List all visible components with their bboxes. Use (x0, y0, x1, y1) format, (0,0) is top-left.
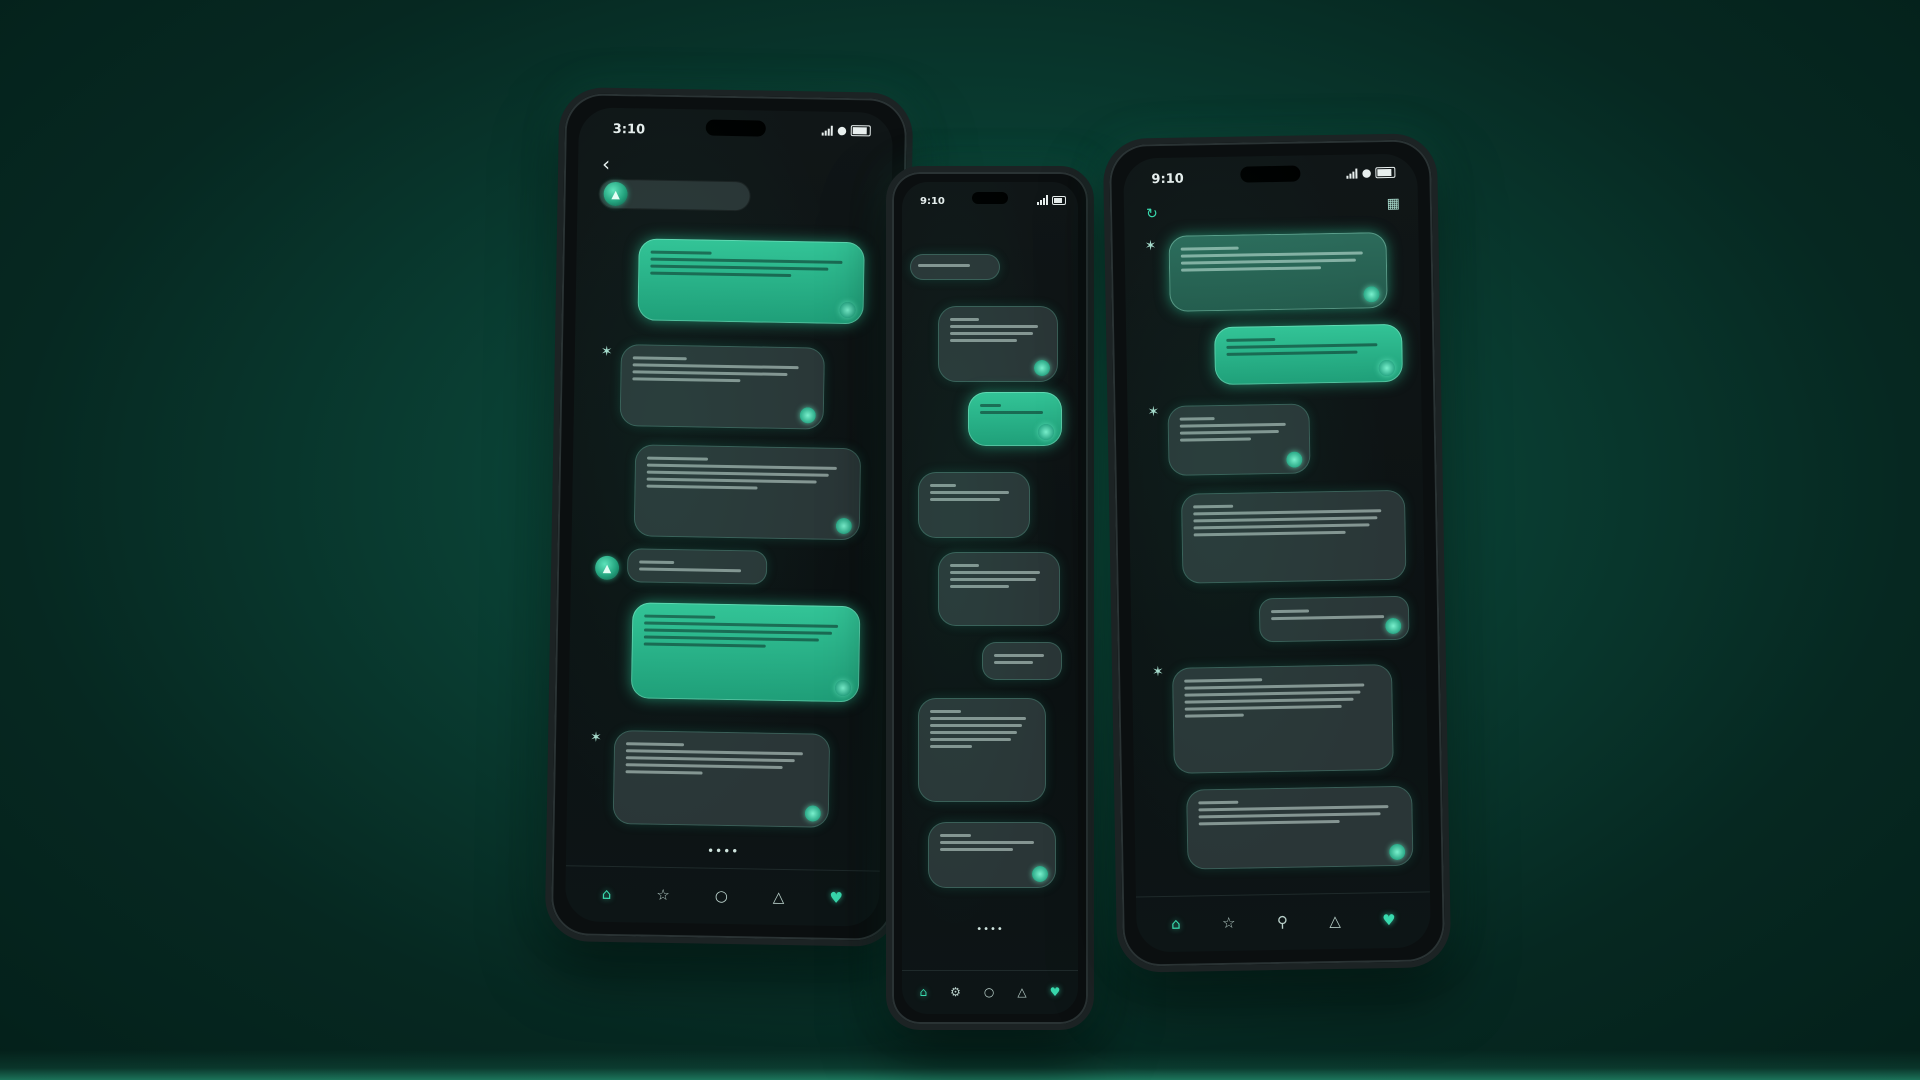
wifi-icon: ● (1361, 165, 1372, 179)
message-bubble-incoming[interactable] (928, 822, 1056, 888)
battery-icon (1375, 166, 1396, 179)
heart-icon[interactable]: ♥ (829, 889, 843, 907)
back-arrow-icon[interactable]: ‹ (602, 152, 610, 176)
message-bubble-outgoing[interactable] (968, 392, 1062, 446)
heart-icon[interactable]: ♥ (1050, 985, 1061, 1000)
bottom-navbar: ⌂ ☆ ○ △ ♥ (564, 865, 880, 927)
reaction-badge (1389, 843, 1406, 861)
status-bar: 9:10 (902, 182, 1078, 222)
battery-icon (1052, 195, 1066, 205)
message-bubble-incoming[interactable] (938, 306, 1058, 382)
star-icon[interactable]: ☆ (656, 886, 670, 904)
floor-glow (0, 1050, 1920, 1080)
reaction-badge (799, 407, 816, 424)
heart-icon[interactable]: ♥ (1382, 911, 1396, 929)
bottom-navbar: ⌂ ☆ ⚲ △ ♥ (1135, 891, 1431, 953)
message-bubble-incoming[interactable] (612, 730, 831, 828)
reaction-badge (1032, 866, 1048, 882)
message-bubble-incoming[interactable] (1171, 664, 1394, 774)
phone-left-screen: 3:10 ● ‹ ▲ ✶ ▲ ✶ •••• ⌂ ☆ ○ △ ♥ (564, 107, 894, 927)
reaction-badge (834, 679, 852, 697)
scene-background: 3:10 ● ‹ ▲ ✶ ▲ ✶ •••• ⌂ ☆ ○ △ ♥ 9:10 •••… (0, 0, 1920, 1080)
reaction-badge (804, 805, 821, 822)
signal-icon (1037, 195, 1048, 205)
status-time: 3:10 (612, 121, 646, 138)
status-time: 9:10 (1151, 171, 1184, 188)
message-bubble-incoming[interactable] (918, 472, 1030, 538)
reaction-badge (839, 301, 856, 319)
contact-avatar: ▲ (594, 555, 620, 581)
reaction-badge (1363, 286, 1380, 303)
camera-notch (705, 119, 766, 137)
home-icon[interactable]: ⌂ (920, 985, 928, 1000)
status-bar: 9:10 ● (1123, 153, 1418, 198)
phone-right-screen: 9:10 ● ↻ ▦ ✶ ✶ ✶ ⌂ ☆ ⚲ △ ♥ (1123, 153, 1431, 953)
status-icons: ● (822, 123, 871, 137)
message-bubble-incoming[interactable] (938, 552, 1060, 626)
message-bubble-outgoing[interactable] (630, 602, 861, 703)
status-time: 9:10 (920, 196, 945, 207)
search-icon[interactable]: ⚲ (1277, 913, 1288, 931)
status-icons: ● (1346, 165, 1396, 179)
message-bubble-incoming[interactable] (633, 444, 862, 541)
message-bubble-incoming[interactable] (918, 698, 1046, 802)
reaction-badge (835, 517, 852, 535)
message-bubble-outgoing[interactable] (1214, 323, 1404, 386)
message-bubble-incoming[interactable] (1186, 785, 1414, 870)
chat-header: ‹ ▲ (596, 152, 875, 211)
contact-pill[interactable]: ▲ (599, 179, 750, 211)
refresh-icon[interactable]: ↻ (1146, 206, 1158, 222)
phone-middle-screen: 9:10 •••• ⌂ ⚙ ○ △ ♥ (902, 182, 1078, 1014)
home-icon[interactable]: ⌂ (602, 885, 612, 903)
message-bubble-incoming[interactable] (619, 344, 825, 430)
message-bubble-outgoing[interactable] (982, 642, 1062, 680)
phone-middle: 9:10 •••• ⌂ ⚙ ○ △ ♥ (886, 166, 1094, 1030)
signal-icon (822, 125, 834, 136)
gear-icon[interactable]: ⚙ (950, 985, 961, 1000)
reaction-badge (1034, 360, 1050, 376)
phone-right: 9:10 ● ↻ ▦ ✶ ✶ ✶ ⌂ ☆ ⚲ △ ♥ (1102, 133, 1452, 973)
typing-indicator: •••• (706, 843, 740, 859)
menu-icon[interactable]: ▦ (1387, 196, 1401, 212)
reaction-badge (1378, 359, 1395, 377)
message-bubble-incoming[interactable] (626, 548, 768, 585)
message-bubble-incoming[interactable] (1167, 403, 1311, 476)
contact-pill[interactable] (910, 254, 1000, 280)
contact-avatar: ▲ (603, 181, 628, 207)
bot-spark-icon: ✶ (600, 343, 613, 360)
camera-notch (972, 192, 1008, 204)
reaction-badge (1038, 424, 1054, 440)
typing-indicator: •••• (976, 924, 1004, 935)
reaction-badge (1286, 451, 1303, 468)
battery-icon (850, 125, 871, 137)
message-bubble-outgoing[interactable] (1168, 232, 1388, 312)
wifi-icon: ● (837, 123, 847, 137)
bell-icon[interactable]: △ (1329, 912, 1341, 930)
bot-spark-icon: ✶ (589, 729, 603, 746)
circle-icon[interactable]: ○ (984, 985, 994, 1000)
bot-spark-icon: ✶ (1147, 404, 1160, 421)
signal-icon (1346, 168, 1358, 179)
phone-left: 3:10 ● ‹ ▲ ✶ ▲ ✶ •••• ⌂ ☆ ○ △ ♥ (544, 86, 914, 948)
home-icon[interactable]: ⌂ (1171, 915, 1181, 933)
bot-spark-icon: ✶ (1151, 663, 1164, 681)
bottom-navbar: ⌂ ⚙ ○ △ ♥ (902, 970, 1078, 1014)
bell-icon[interactable]: △ (1017, 985, 1026, 1000)
message-bubble-incoming[interactable] (1180, 489, 1407, 584)
circle-icon[interactable]: ○ (715, 887, 728, 905)
status-icons (1037, 195, 1066, 205)
star-icon[interactable]: ☆ (1222, 914, 1236, 932)
reaction-badge (1385, 617, 1402, 635)
message-bubble-outgoing[interactable] (637, 238, 865, 325)
camera-notch (1240, 165, 1301, 183)
message-bubble-outgoing[interactable] (1258, 595, 1410, 643)
bell-icon[interactable]: △ (773, 888, 785, 906)
bot-spark-icon: ✶ (1144, 238, 1157, 255)
status-bar: 3:10 ● (578, 107, 893, 152)
